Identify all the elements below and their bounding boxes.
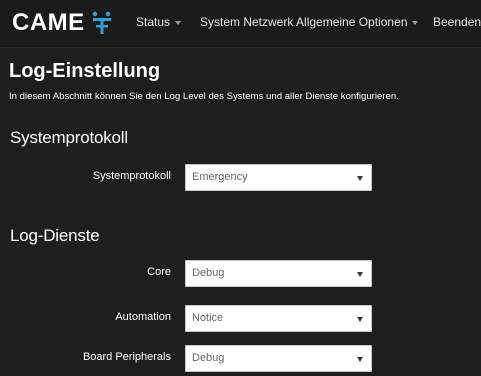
form-row-system-log: Systemprotokoll Emergency (0, 164, 481, 191)
nav-system[interactable]: System Netzwerk Allgemeine Optionen (200, 15, 419, 29)
section-title-system-log: Systemprotokoll (10, 128, 128, 147)
automation-select[interactable]: Notice (185, 305, 372, 332)
core-select[interactable]: Debug (185, 260, 372, 287)
dropdown-arrow-icon (357, 272, 363, 277)
section-title-log-services: Log-Dienste (10, 226, 100, 245)
board-peripherals-label: Board Peripherals (82, 351, 171, 363)
page-title: Log-Einstellung (9, 60, 161, 82)
nav-status[interactable]: Status (136, 15, 182, 29)
automation-label: Automation (115, 311, 171, 323)
system-log-select-value: Emergency (192, 171, 248, 183)
nav-exit[interactable]: Beenden (433, 15, 481, 29)
system-log-select[interactable]: Emergency (185, 164, 372, 191)
nav-system-label: System Netzwerk Allgemeine Optionen (200, 15, 408, 29)
core-label: Core (147, 266, 171, 278)
dropdown-arrow-icon (357, 176, 363, 181)
dropdown-arrow-icon (357, 317, 363, 322)
brand-name: CAME (12, 9, 85, 36)
form-row-board-peripherals: Board Peripherals Debug (0, 345, 481, 372)
brand-logo[interactable]: CAME (12, 6, 113, 40)
board-peripherals-select-value: Debug (192, 352, 225, 364)
automation-select-value: Notice (192, 312, 224, 324)
chevron-down-icon (175, 20, 182, 25)
dropdown-arrow-icon (357, 357, 363, 362)
form-row-automation: Automation Notice (0, 305, 481, 332)
form-row-core: Core Debug (0, 260, 481, 287)
page: CAME Status System Netzwerk Allgemeine O… (0, 0, 481, 376)
nav-status-label: Status (136, 15, 171, 29)
board-peripherals-select[interactable]: Debug (185, 345, 372, 372)
page-description: In diesem Abschnitt können Sie den Log L… (9, 91, 399, 102)
core-select-value: Debug (192, 267, 225, 279)
top-navbar: CAME Status System Netzwerk Allgemeine O… (0, 0, 481, 48)
chevron-down-icon (412, 20, 419, 25)
came-logo-icon (92, 11, 111, 34)
system-log-label: Systemprotokoll (92, 170, 171, 182)
nav-exit-label: Beenden (433, 15, 481, 29)
